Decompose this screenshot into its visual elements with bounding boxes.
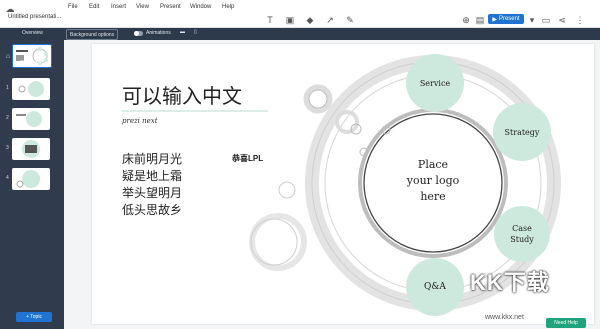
logo-placeholder-line: here bbox=[420, 190, 446, 203]
slide-thumbnail-2[interactable] bbox=[12, 108, 50, 130]
slide-thumbnail-4-graphic bbox=[16, 170, 40, 188]
add-topic-label: + Topic bbox=[26, 314, 42, 320]
menu-edit[interactable]: Edit bbox=[89, 4, 99, 10]
topic-strategy-label: Strategy bbox=[504, 127, 540, 137]
slide-thumbnail-3[interactable] bbox=[12, 138, 50, 160]
slide-thumbnail-2-graphic bbox=[16, 111, 42, 127]
arrow-tool-icon[interactable]: ↗ bbox=[324, 14, 336, 26]
shapes-tool-icon[interactable]: ◆ bbox=[304, 14, 316, 26]
menu-window[interactable]: Window bbox=[190, 4, 211, 10]
draw-tool-icon[interactable]: ✎ bbox=[344, 14, 356, 26]
animations-label: Animations bbox=[146, 30, 171, 36]
animations-toggle[interactable] bbox=[134, 31, 143, 36]
slide-subtitle[interactable]: prezi next bbox=[122, 117, 158, 125]
slide-thumbnail-1[interactable] bbox=[12, 78, 50, 100]
menu-insert[interactable]: Insert bbox=[111, 4, 126, 10]
background-options-label: Background options bbox=[70, 31, 115, 38]
topic-case-study-label: Study bbox=[510, 235, 534, 244]
text-tool-icon[interactable]: T bbox=[264, 14, 276, 26]
topic-qa[interactable]: Q&A bbox=[406, 258, 464, 316]
menu-help[interactable]: Help bbox=[222, 4, 234, 10]
book-icon[interactable]: ▯ bbox=[194, 29, 197, 35]
sub-toolbar: Overview Background options Animations ▬… bbox=[0, 28, 600, 40]
slide-number: 1 bbox=[6, 85, 9, 91]
poem-line: 低头思故乡 bbox=[122, 203, 183, 217]
topic-qa-label: Q&A bbox=[424, 282, 446, 292]
play-icon: ▶ bbox=[492, 16, 497, 23]
collaborate-icon[interactable]: ⊕ bbox=[460, 14, 472, 26]
file-title[interactable]: Untitled presentati... bbox=[8, 14, 61, 20]
menu-present[interactable]: Present bbox=[160, 4, 181, 10]
image-tool-icon[interactable]: ▣ bbox=[284, 14, 296, 26]
need-help-label: Need Help bbox=[554, 320, 578, 326]
menu-bar: ☁ Untitled presentati... File Edit Inser… bbox=[0, 0, 600, 28]
comments-icon[interactable]: ▤ bbox=[474, 14, 486, 26]
poem-line: 床前明月光 bbox=[122, 152, 183, 166]
menu-view[interactable]: View bbox=[136, 4, 149, 10]
topic-case-study[interactable]: Case Study bbox=[494, 206, 550, 262]
logo-placeholder[interactable]: Place your logo here bbox=[375, 157, 491, 205]
poem-line: 举头望明月 bbox=[122, 186, 183, 200]
slide-number: 2 bbox=[6, 115, 9, 121]
present-dropdown-icon[interactable]: ▾ bbox=[526, 14, 538, 26]
slide-number: 3 bbox=[6, 145, 9, 151]
slide-title[interactable]: 可以输入中文 bbox=[122, 80, 242, 109]
congrats-text[interactable]: 恭喜LPL bbox=[232, 153, 263, 164]
add-topic-button[interactable]: + Topic bbox=[16, 312, 52, 322]
topic-case-study-label: Case bbox=[512, 224, 532, 233]
background-options-button[interactable]: Background options bbox=[66, 29, 119, 40]
share-icon[interactable]: ⋖ bbox=[556, 14, 568, 26]
watermark-url: www.kkx.net bbox=[485, 314, 524, 321]
topic-service-label: Service bbox=[419, 78, 451, 88]
video-icon[interactable]: ▭ bbox=[540, 14, 552, 26]
overview-thumbnail-label: Overview bbox=[20, 60, 41, 66]
need-help-button[interactable]: Need Help bbox=[546, 318, 586, 328]
present-button[interactable]: ▶ Present bbox=[488, 14, 524, 24]
slide-thumbnail-4[interactable] bbox=[12, 168, 50, 190]
slide-number: 4 bbox=[6, 175, 9, 181]
logo-placeholder-line: Place bbox=[417, 158, 449, 171]
menu-file[interactable]: File bbox=[68, 4, 78, 10]
poem-text[interactable]: 床前明月光 疑是地上霜 举头望明月 低头思故乡 bbox=[122, 151, 182, 219]
logo-placeholder-line: your logo bbox=[406, 174, 460, 187]
present-label: Present bbox=[498, 16, 520, 22]
watermark-logo: KK下载 bbox=[470, 270, 550, 295]
slide-thumbnail-3-graphic bbox=[22, 140, 40, 158]
topic-strategy[interactable]: Strategy bbox=[493, 103, 551, 161]
notes-icon[interactable]: ▬ bbox=[180, 29, 185, 35]
slide-thumbnail-1-graphic bbox=[18, 81, 44, 97]
more-icon[interactable]: ⋮ bbox=[574, 14, 586, 26]
poem-line: 疑是地上霜 bbox=[122, 169, 183, 183]
sidebar: ⌂ Overview 1 2 3 4 bbox=[0, 40, 64, 329]
topic-service[interactable]: Service bbox=[406, 54, 464, 112]
overview-tab[interactable]: Overview bbox=[22, 30, 43, 36]
